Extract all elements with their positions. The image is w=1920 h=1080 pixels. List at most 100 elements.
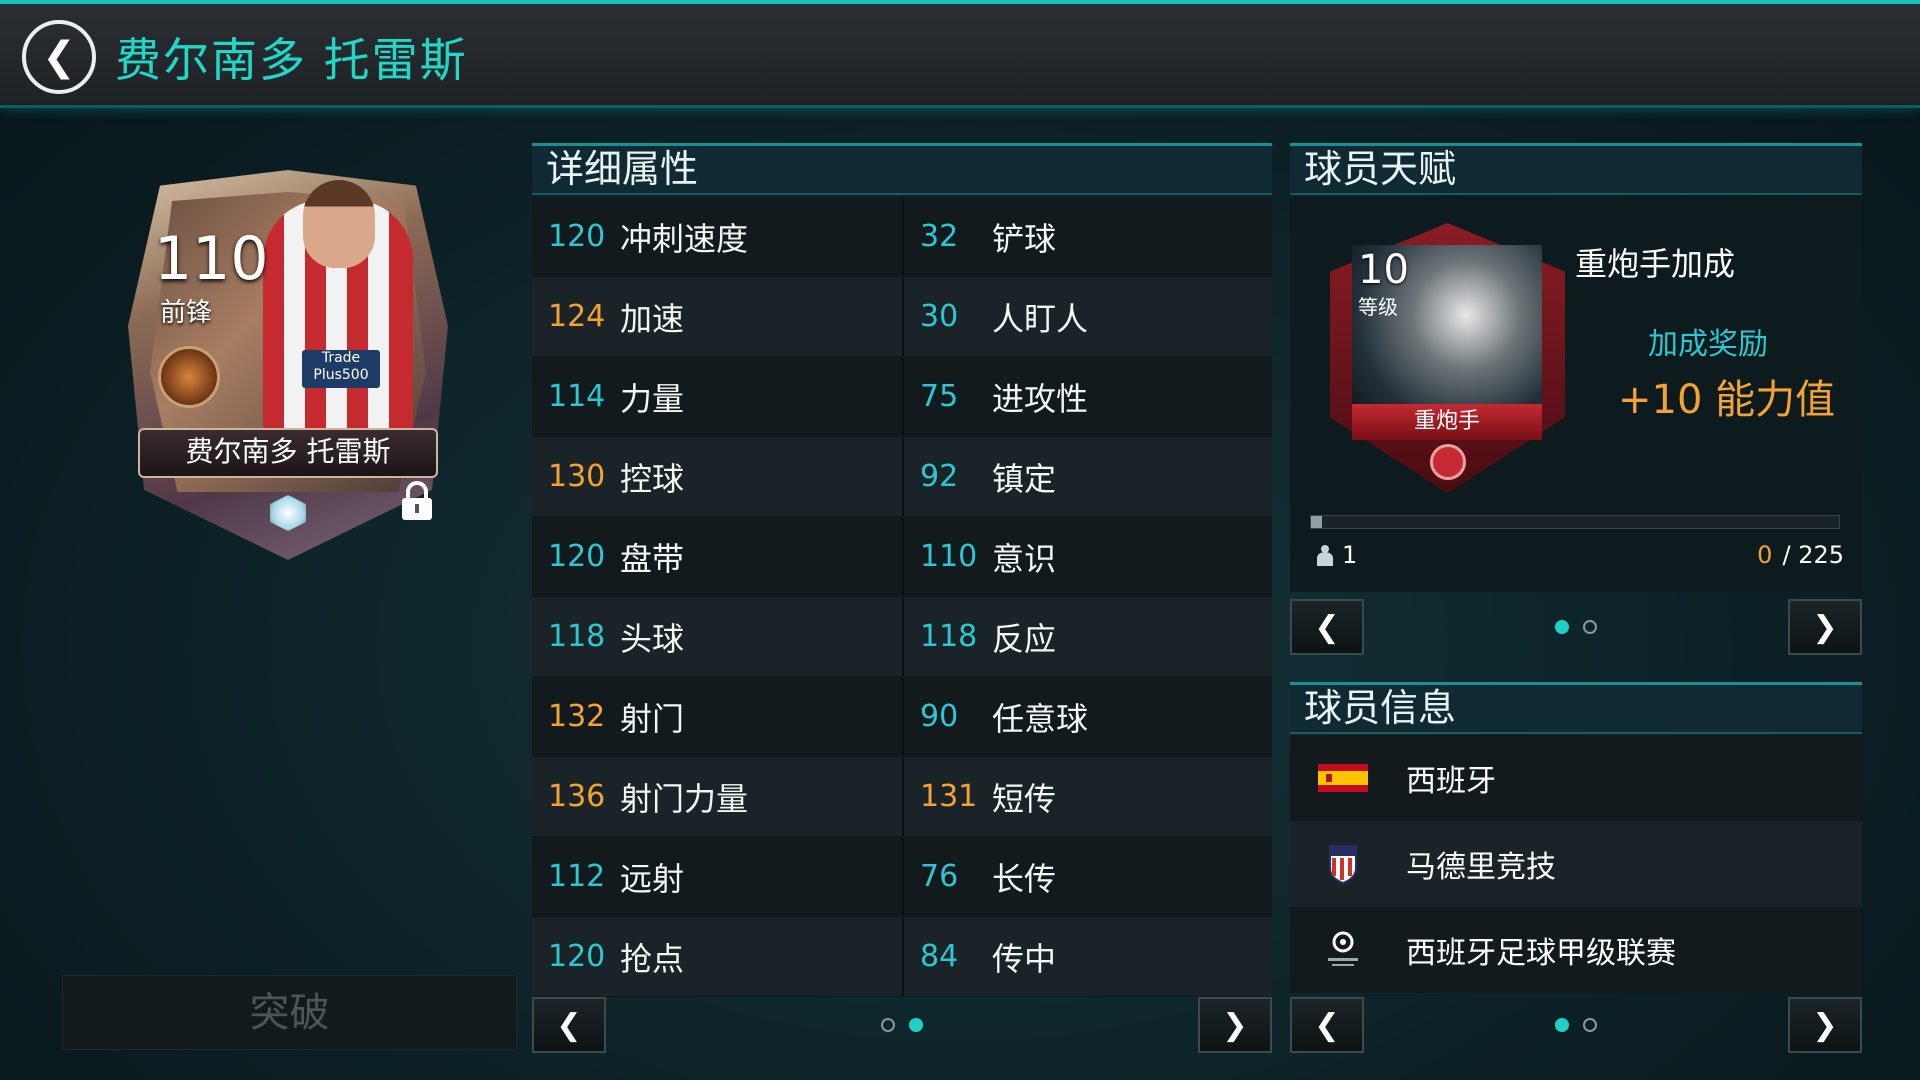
club-name: 马德里竞技 — [1406, 850, 1556, 885]
attribute-name: 反应 — [992, 619, 1057, 658]
info-row-club[interactable]: 马德里竞技 — [1290, 821, 1862, 907]
talent-count-value: 1 — [1342, 541, 1358, 569]
attribute-name: 短传 — [992, 779, 1057, 818]
talent-count: 1 — [1316, 541, 1357, 569]
attribute-row: 136 射门力量 131 短传 — [532, 757, 1272, 837]
league-logo-icon — [1328, 931, 1358, 966]
attribute-cell: 120 冲刺速度 — [532, 197, 902, 276]
talent-page-dots — [1555, 620, 1597, 634]
page-dot[interactable] — [1583, 620, 1597, 634]
talent-progress-current: 0 — [1757, 541, 1773, 569]
attributes-title: 详细属性 — [546, 147, 699, 191]
card-player-name: 费尔南多 托雷斯 — [138, 428, 438, 478]
player-portrait — [303, 180, 375, 268]
attribute-value: 90 — [920, 699, 959, 734]
club-crest-icon — [1329, 845, 1357, 884]
chevron-right-icon: ❯ — [1812, 609, 1838, 645]
spain-flag-icon — [1318, 764, 1368, 792]
talent-name: 重炮手加成 — [1575, 245, 1736, 283]
talent-level: 10 — [1358, 247, 1409, 293]
attribute-name: 铲球 — [992, 219, 1057, 258]
talent-progress-separator: / — [1782, 541, 1791, 569]
attributes-next-button[interactable]: ❯ — [1198, 997, 1272, 1053]
attribute-cell: 132 射门 — [532, 677, 902, 756]
info-row-league[interactable]: 西班牙足球甲级联赛 — [1290, 907, 1862, 993]
attribute-value: 120 — [548, 539, 606, 574]
talent-bonus-value: +10 能力值 — [1618, 377, 1836, 423]
attribute-name: 远射 — [620, 859, 685, 898]
attribute-cell: 118 头球 — [532, 597, 902, 676]
league-name: 西班牙足球甲级联赛 — [1406, 936, 1676, 971]
back-button[interactable]: ❮ — [22, 20, 96, 94]
attribute-name: 冲刺速度 — [620, 219, 749, 258]
attribute-value: 76 — [920, 859, 959, 894]
breakthrough-button[interactable]: 突破 — [62, 975, 517, 1050]
talent-next-button[interactable]: ❯ — [1788, 599, 1862, 655]
attribute-row: 120 盘带 110 意识 — [532, 517, 1272, 597]
attributes-pager: ❮ ❯ — [532, 995, 1272, 1055]
attribute-cell: 90 任意球 — [902, 677, 1272, 756]
page-dot-active[interactable] — [1555, 620, 1569, 634]
talent-progress-text: 0 / 225 — [1757, 541, 1844, 569]
attribute-value: 92 — [920, 459, 959, 494]
info-next-button[interactable]: ❯ — [1788, 997, 1862, 1053]
person-icon — [1317, 545, 1333, 566]
talent-progress-fill — [1311, 516, 1322, 528]
attribute-value: 118 — [920, 619, 978, 654]
attribute-name: 意识 — [992, 539, 1057, 578]
attribute-name: 盘带 — [620, 539, 685, 578]
attribute-cell: 124 加速 — [532, 277, 902, 356]
attribute-value: 120 — [548, 219, 606, 254]
talent-progress-bar — [1310, 515, 1840, 529]
attribute-name: 射门力量 — [620, 779, 749, 818]
talent-progress-total: 225 — [1798, 541, 1844, 569]
player-card[interactable]: Trade Plus500 110 前锋 费尔南多 托雷斯 — [88, 140, 488, 580]
attribute-value: 114 — [548, 379, 606, 414]
attribute-cell: 110 意识 — [902, 517, 1272, 596]
page-dot[interactable] — [881, 1018, 895, 1032]
chevron-right-icon: ❯ — [1812, 1007, 1838, 1043]
attribute-name: 力量 — [620, 379, 685, 418]
info-title: 球员信息 — [1304, 686, 1457, 730]
attributes-header: 详细属性 — [532, 143, 1272, 195]
attribute-value: 118 — [548, 619, 606, 654]
chevron-right-icon: ❯ — [1222, 1007, 1248, 1043]
attribute-name: 传中 — [992, 939, 1057, 978]
attribute-value: 131 — [920, 779, 978, 814]
talent-bonus-label: 加成奖励 — [1648, 327, 1768, 362]
jersey-sponsor: Trade Plus500 — [302, 350, 380, 388]
info-pager: ❮ ❯ — [1290, 995, 1862, 1055]
info-row-nation[interactable]: 西班牙 — [1290, 735, 1862, 821]
page-dot-active[interactable] — [909, 1018, 923, 1032]
attribute-row: 120 冲刺速度 32 铲球 — [532, 197, 1272, 277]
attribute-cell: 76 长传 — [902, 837, 1272, 916]
talent-pager: ❮ ❯ — [1290, 597, 1862, 657]
attribute-name: 任意球 — [992, 699, 1089, 738]
attribute-cell: 136 射门力量 — [532, 757, 902, 836]
attribute-cell: 120 抢点 — [532, 917, 902, 996]
info-prev-button[interactable]: ❮ — [1290, 997, 1364, 1053]
page-dot[interactable] — [1583, 1018, 1597, 1032]
attributes-prev-button[interactable]: ❮ — [532, 997, 606, 1053]
attribute-cell: 92 镇定 — [902, 437, 1272, 516]
sponsor-line-2: Plus500 — [313, 367, 369, 383]
attribute-cell: 30 人盯人 — [902, 277, 1272, 356]
attributes-page-dots — [881, 1018, 923, 1032]
card-type-badge-icon — [158, 346, 220, 408]
talent-level-label: 等级 — [1358, 295, 1398, 319]
info-header: 球员信息 — [1290, 682, 1862, 734]
lock-icon — [402, 481, 432, 520]
attribute-value: 30 — [920, 299, 959, 334]
chevron-left-icon: ❮ — [42, 34, 76, 80]
talent-header: 球员天赋 — [1290, 143, 1862, 195]
talent-prev-button[interactable]: ❮ — [1290, 599, 1364, 655]
attribute-name: 抢点 — [620, 939, 685, 978]
attribute-name: 头球 — [620, 619, 685, 658]
attribute-value: 75 — [920, 379, 959, 414]
card-position: 前锋 — [160, 298, 213, 328]
attribute-name: 长传 — [992, 859, 1057, 898]
hexagon-icon — [1430, 444, 1466, 480]
chevron-left-icon: ❮ — [1314, 1007, 1340, 1043]
attribute-value: 130 — [548, 459, 606, 494]
page-dot-active[interactable] — [1555, 1018, 1569, 1032]
